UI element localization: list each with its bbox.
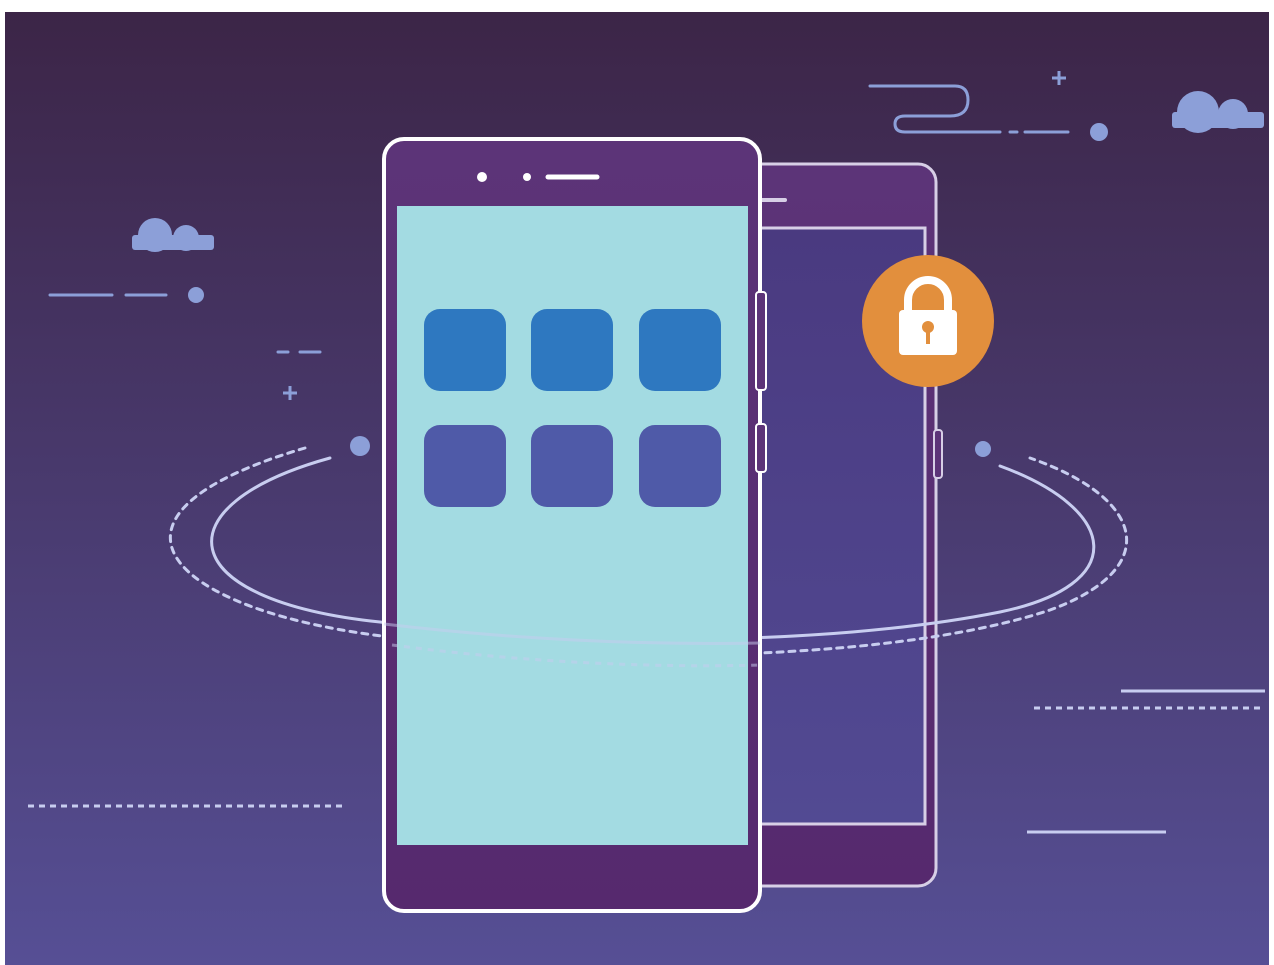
sensor [523,173,531,181]
orbit-dot-right [975,441,991,457]
lock-badge [862,255,994,387]
phone-screen [397,206,748,845]
app-icon [531,309,613,391]
decoration-dot [188,287,204,303]
phone-clone-illustration [5,12,1269,965]
front-phone [382,137,767,913]
orbit-dot-left [350,436,370,456]
app-icon [531,425,613,507]
app-icon [639,425,721,507]
app-icon [424,309,506,391]
app-icon [424,425,506,507]
app-icon [639,309,721,391]
decoration-dot [1090,123,1108,141]
front-camera [477,172,487,182]
